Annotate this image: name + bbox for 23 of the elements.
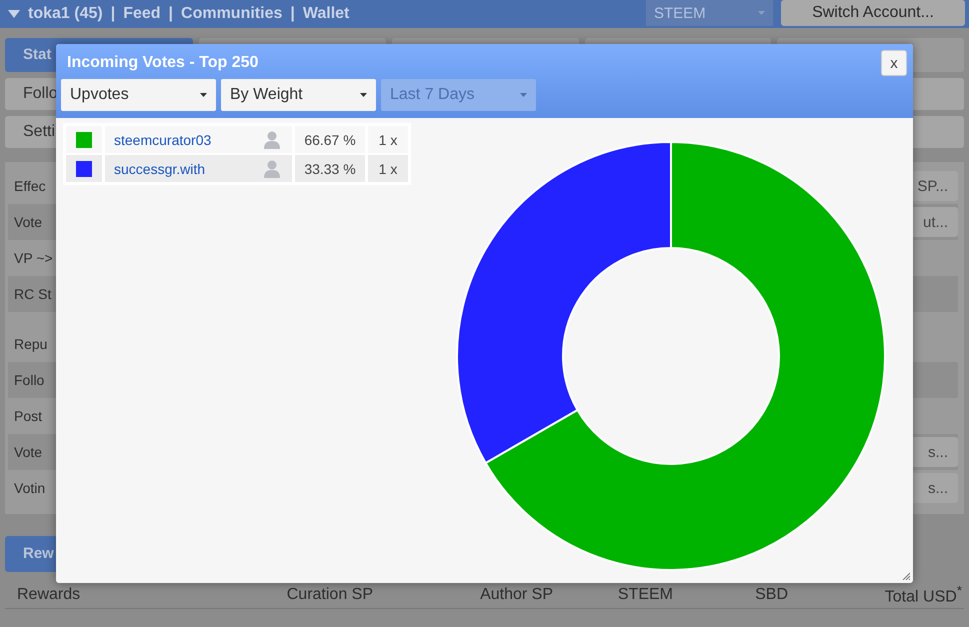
column-header: Total USD$^{*}$ bbox=[884, 583, 963, 607]
row-label: Post bbox=[14, 408, 42, 424]
row-label: Votin bbox=[14, 480, 46, 496]
row-label: Effec bbox=[14, 178, 46, 194]
row-label: Follo bbox=[14, 372, 44, 388]
count-cell: 1 x bbox=[368, 126, 408, 153]
separator: | bbox=[110, 5, 116, 23]
row-label: VP ~> bbox=[14, 250, 53, 266]
column-header: Rewards bbox=[16, 586, 82, 604]
row-label: Vote bbox=[14, 444, 42, 460]
separator: | bbox=[168, 5, 174, 23]
share-cell: 33.33 % bbox=[295, 155, 365, 182]
row-label: RC St bbox=[14, 286, 52, 302]
share-cell: 66.67 % bbox=[295, 126, 365, 153]
row-label: Vote bbox=[14, 214, 42, 230]
separator: | bbox=[290, 5, 295, 23]
column-header: Author SP bbox=[479, 586, 554, 604]
count-cell: 1 x bbox=[368, 155, 408, 182]
column-header: STEEM bbox=[616, 586, 674, 604]
column-header: SBD bbox=[754, 586, 789, 604]
column-header: Curation SP bbox=[286, 586, 374, 604]
dialog-title: Incoming Votes - Top 250 bbox=[67, 54, 258, 72]
row-label: Repu bbox=[14, 336, 48, 352]
